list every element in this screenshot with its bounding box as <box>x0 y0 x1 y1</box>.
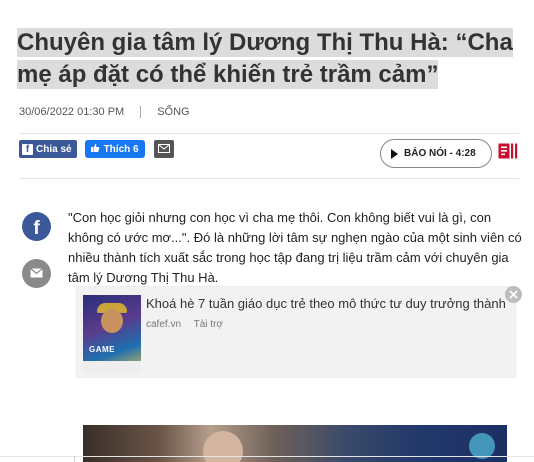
facebook-icon: f <box>33 218 40 239</box>
ad-title[interactable]: Khoá hè 7 tuần giáo dục trẻ theo mô thức… <box>146 295 506 312</box>
ad-thumb-strip <box>83 361 141 373</box>
side-email-button[interactable] <box>22 259 51 288</box>
facebook-share-button[interactable]: f Chia sẻ <box>19 140 77 158</box>
meta-separator <box>140 106 142 118</box>
like-label: Thích 6 <box>103 143 139 155</box>
article-meta: 30/06/2022 01:30 PM SỐNG <box>19 104 190 120</box>
facebook-icon: f <box>22 143 33 155</box>
ad-thumb-face <box>101 309 123 333</box>
sponsored-ad[interactable]: GAME Khoá hè 7 tuần giáo dục trẻ theo mô… <box>76 286 516 378</box>
article-title: Chuyên gia tâm lý Dương Thị Thu Hà: “Cha… <box>17 27 529 91</box>
article-lead: "Con học giỏi nhưng con học vì cha mẹ th… <box>68 210 522 285</box>
ad-sponsored-label: Tài trợ <box>193 319 223 330</box>
bottom-tick <box>74 456 75 462</box>
side-facebook-button[interactable]: f <box>22 212 51 241</box>
divider-bottom <box>19 178 519 179</box>
article-datetime: 30/06/2022 01:30 PM <box>19 106 125 118</box>
share-bar: f Chia sẻ Thích 6 <box>19 140 174 158</box>
audio-news-button[interactable]: BÁO NÓI - 4:28 <box>380 139 492 168</box>
ad-thumb-text: GAME <box>89 345 115 354</box>
facebook-share-label: Chia sẻ <box>36 143 72 155</box>
ad-source: cafef.vn <box>146 319 182 330</box>
mail-icon <box>30 265 43 283</box>
email-share-button[interactable] <box>153 140 174 158</box>
thumbs-up-icon <box>90 143 100 156</box>
facebook-like-button[interactable]: Thích 6 <box>84 140 145 158</box>
hero-person <box>203 431 243 462</box>
play-icon <box>391 148 398 159</box>
article-category[interactable]: SỐNG <box>157 106 189 118</box>
close-icon <box>509 286 518 304</box>
ad-close-button[interactable] <box>505 286 522 303</box>
audio-label: BÁO NÓI - 4:28 <box>404 148 476 159</box>
mail-icon <box>157 140 170 158</box>
ad-meta: cafef.vn Tài trợ <box>146 319 233 330</box>
comment-icon[interactable] <box>498 143 518 164</box>
article-title-text: Chuyên gia tâm lý Dương Thị Thu Hà: “Cha… <box>17 28 513 89</box>
bottom-border <box>0 456 534 457</box>
ad-thumbnail[interactable]: GAME <box>83 295 141 373</box>
divider-top <box>19 133 519 134</box>
